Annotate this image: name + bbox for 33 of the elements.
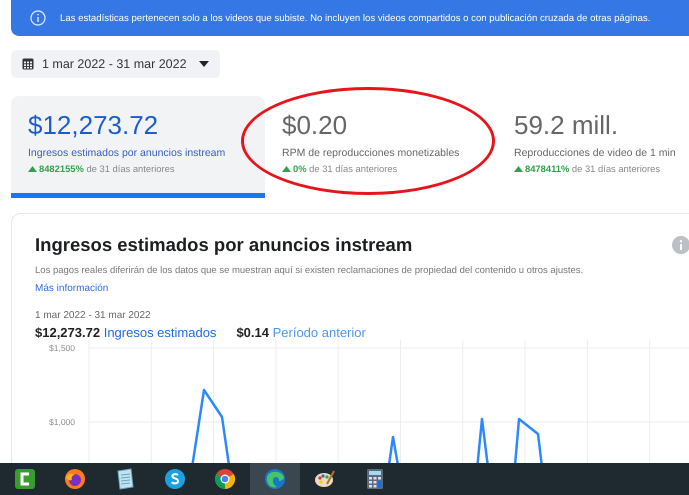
metric-label: Ingresos estimados por anuncios instream	[28, 147, 226, 159]
date-range-button[interactable]: 1 mar 2022 - 31 mar 2022	[11, 50, 220, 78]
up-triangle-icon	[28, 166, 37, 172]
metric-change: 8482155% de 31 días anteriores	[39, 163, 175, 174]
metric-value: 59.2 mill.	[514, 110, 618, 141]
chart-period: 1 mar 2022 - 31 mar 2022	[35, 310, 151, 321]
metric-value: $12,273.72	[28, 110, 158, 141]
metric-label: Reproducciones de video de 1 min	[514, 147, 676, 159]
metric-change: 8478411% de 31 días anteriores	[525, 163, 660, 174]
fox-browser-icon[interactable]	[63, 467, 87, 491]
calendar-icon	[22, 58, 34, 70]
info-icon	[30, 10, 46, 26]
metric-change: 0% de 31 días anteriores	[293, 163, 398, 174]
chart-note: Los pagos reales diferirán de los datos que se muestran aquí si existen reclamaciones de propiedad del contenido u otros ajustes.	[35, 265, 584, 276]
metric-card[interactable]: 59.2 mill. Reproducciones de video de 1 min 8478411% de 31 días anteriores	[497, 96, 689, 198]
browser-icon[interactable]	[213, 467, 237, 491]
chat-app-icon[interactable]	[163, 467, 187, 491]
app-icon[interactable]	[13, 467, 37, 491]
up-triangle-icon	[282, 166, 291, 172]
more-info-link[interactable]: Más información	[35, 283, 108, 294]
y-axis-label: $1,000	[49, 417, 75, 427]
up-triangle-icon	[514, 166, 523, 172]
metric-label: RPM de reproducciones monetizables	[282, 147, 460, 159]
metric-card[interactable]: $0.20 RPM de reproducciones monetizables 0% de 31 días anteriores	[265, 96, 497, 198]
previous-summary: $0.14 Período anterior	[236, 325, 366, 340]
metric-value: $0.20	[282, 110, 348, 141]
caret-icon	[198, 61, 209, 67]
y-axis-label: $1,500	[49, 343, 75, 353]
chart-title: Ingresos estimados por anuncios instream	[35, 234, 412, 256]
banner-text: Las estadísticas pertenecen solo a los videos que subiste. No incluyen los videos compartidos o con publicación cruzada de otras páginas.	[60, 12, 650, 24]
total-summary: $12,273.72 Ingresos estimados	[35, 325, 216, 340]
metric-card[interactable]: $12,273.72 Ingresos estimados por anuncios instream 8482155% de 31 días anteriores	[11, 96, 265, 198]
wave-browser-icon[interactable]	[263, 467, 287, 491]
